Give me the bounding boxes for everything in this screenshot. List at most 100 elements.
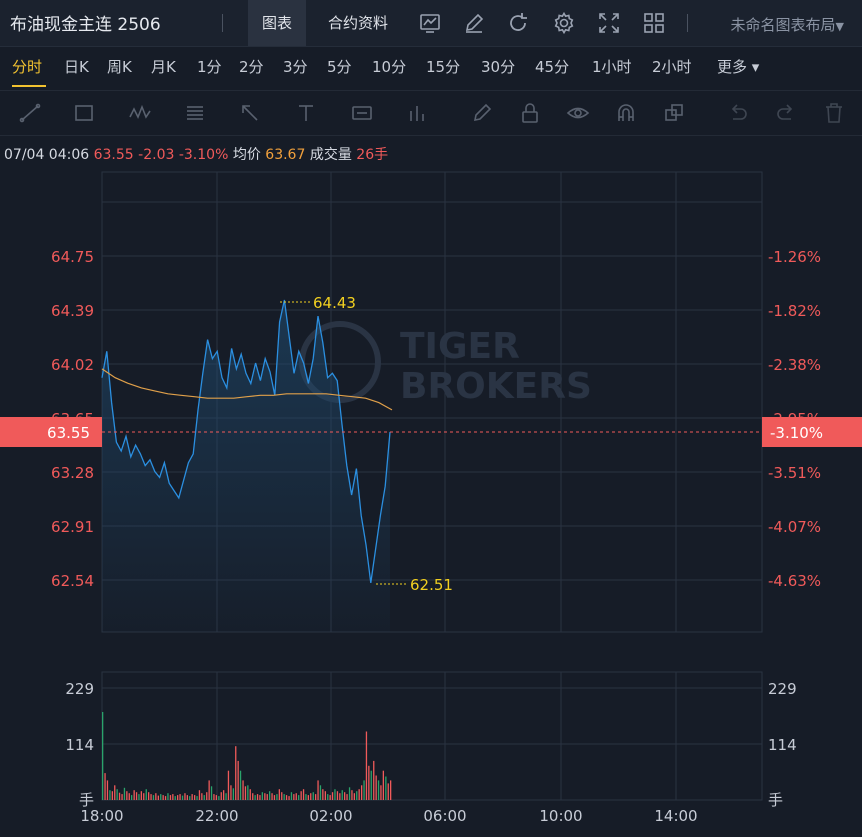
volume-bar-38	[194, 795, 196, 800]
pct-tick-4: -3.51%	[768, 464, 821, 482]
pct-tick-0: -1.26%	[768, 248, 821, 266]
volume-bar-34	[184, 793, 186, 800]
volume-bar-14	[135, 792, 138, 800]
volume-bar-84	[305, 794, 307, 800]
low-marker-label: 62.51	[410, 576, 453, 594]
volume-bar-4	[111, 791, 113, 800]
volume-bar-119	[390, 780, 392, 800]
volume-bar-118	[387, 783, 389, 800]
price-tick-6: 62.54	[51, 572, 94, 590]
volume-bar-75	[283, 794, 285, 800]
volume-bar-83	[302, 789, 305, 800]
volume-bar-8	[121, 794, 123, 800]
volume-bar-19	[148, 792, 150, 800]
volume-bar-88	[315, 794, 317, 800]
volume-bar-64	[256, 794, 259, 800]
volume-bar-89	[317, 780, 319, 800]
volume-bar-81	[298, 795, 300, 800]
volume-bar-21	[152, 795, 155, 800]
x-tick-3: 06:00	[423, 807, 466, 825]
volume-bar-0	[102, 712, 104, 800]
price-tick-5: 62.91	[51, 518, 94, 536]
volume-bar-16	[140, 791, 142, 800]
vol-tick-right-1: 114	[768, 736, 797, 754]
volume-bar-43	[206, 792, 208, 800]
volume-bar-60	[247, 785, 249, 800]
volume-bar-37	[191, 794, 193, 800]
volume-bar-6	[116, 789, 118, 800]
volume-bar-77	[288, 796, 290, 800]
volume-bar-71	[273, 795, 276, 800]
volume-bar-113	[375, 775, 377, 800]
volume-bar-1	[104, 773, 106, 800]
volume-bar-78	[290, 792, 293, 800]
volume-bar-30	[174, 796, 176, 800]
volume-bar-5	[114, 785, 116, 800]
volume-pane-border	[101, 671, 763, 801]
volume-bar-28	[169, 795, 172, 800]
volume-bar-108	[363, 780, 365, 800]
volume-bar-22	[155, 793, 157, 800]
volume-bar-27	[167, 793, 169, 800]
volume-bar-56	[237, 760, 239, 800]
price-tick-0: 64.75	[51, 248, 94, 266]
volume-bar-41	[201, 793, 203, 800]
volume-bar-106	[358, 789, 360, 800]
volume-bar-9	[123, 787, 126, 800]
volume-bar-63	[254, 795, 256, 800]
volume-bar-18	[145, 789, 147, 800]
volume-bar-109	[365, 731, 368, 800]
pct-tick-6: -4.63%	[768, 572, 821, 590]
volume-bar-61	[249, 789, 251, 800]
volume-bar-68	[266, 794, 268, 800]
volume-bar-96	[334, 789, 336, 800]
x-tick-1: 22:00	[195, 807, 238, 825]
x-tick-0: 18:00	[80, 807, 123, 825]
volume-bar-65	[259, 795, 261, 800]
volume-bar-101	[346, 794, 348, 800]
watermark-tiger: TIGER	[400, 326, 520, 367]
volume-bar-2	[106, 780, 109, 800]
volume-bar-59	[244, 786, 247, 800]
x-tick-5: 14:00	[654, 807, 697, 825]
volume-bar-50	[223, 790, 225, 800]
intraday-chart[interactable]: TIGERBROKERS 64.43 62.51 64.75 64.39 64.02 63.…	[0, 0, 862, 837]
volume-bar-117	[385, 776, 387, 800]
volume-bar-52	[227, 770, 230, 800]
volume-bar-86	[310, 793, 312, 800]
vol-tick-1: 114	[65, 736, 94, 754]
volume-bar-114	[377, 780, 380, 800]
volume-bar-11	[128, 793, 130, 800]
price-tick-2: 64.02	[51, 356, 94, 374]
volume-bar-74	[281, 792, 283, 800]
volume-bar-7	[118, 792, 121, 800]
volume-bar-94	[329, 795, 331, 800]
volume-bar-31	[177, 795, 179, 800]
volume-bar-20	[150, 794, 152, 800]
volume-bar-46	[213, 794, 215, 800]
volume-bar-69	[269, 791, 271, 800]
volume-bar-42	[203, 795, 205, 800]
volume-bar-87	[312, 792, 314, 800]
volume-bar-90	[319, 785, 322, 800]
volume-bar-49	[220, 792, 222, 800]
volume-bar-79	[293, 794, 295, 800]
x-tick-4: 10:00	[539, 807, 582, 825]
volume-bar-85	[307, 795, 309, 800]
volume-bar-55	[235, 746, 237, 800]
volume-bar-115	[380, 785, 382, 800]
volume-bar-80	[295, 793, 297, 800]
volume-bar-29	[172, 794, 174, 800]
volume-bar-67	[264, 793, 266, 800]
volume-bar-99	[341, 790, 343, 800]
volume-bar-116	[382, 770, 384, 800]
volume-bar-107	[361, 785, 363, 800]
volume-bar-45	[210, 786, 213, 800]
volume-bar-51	[225, 793, 227, 800]
vol-tick-right-0: 229	[768, 680, 797, 698]
volume-bar-3	[109, 790, 111, 800]
volume-bar-100	[344, 792, 346, 800]
volume-bar-47	[215, 795, 217, 800]
volume-bar-24	[160, 794, 162, 800]
volume-bar-17	[143, 793, 145, 800]
